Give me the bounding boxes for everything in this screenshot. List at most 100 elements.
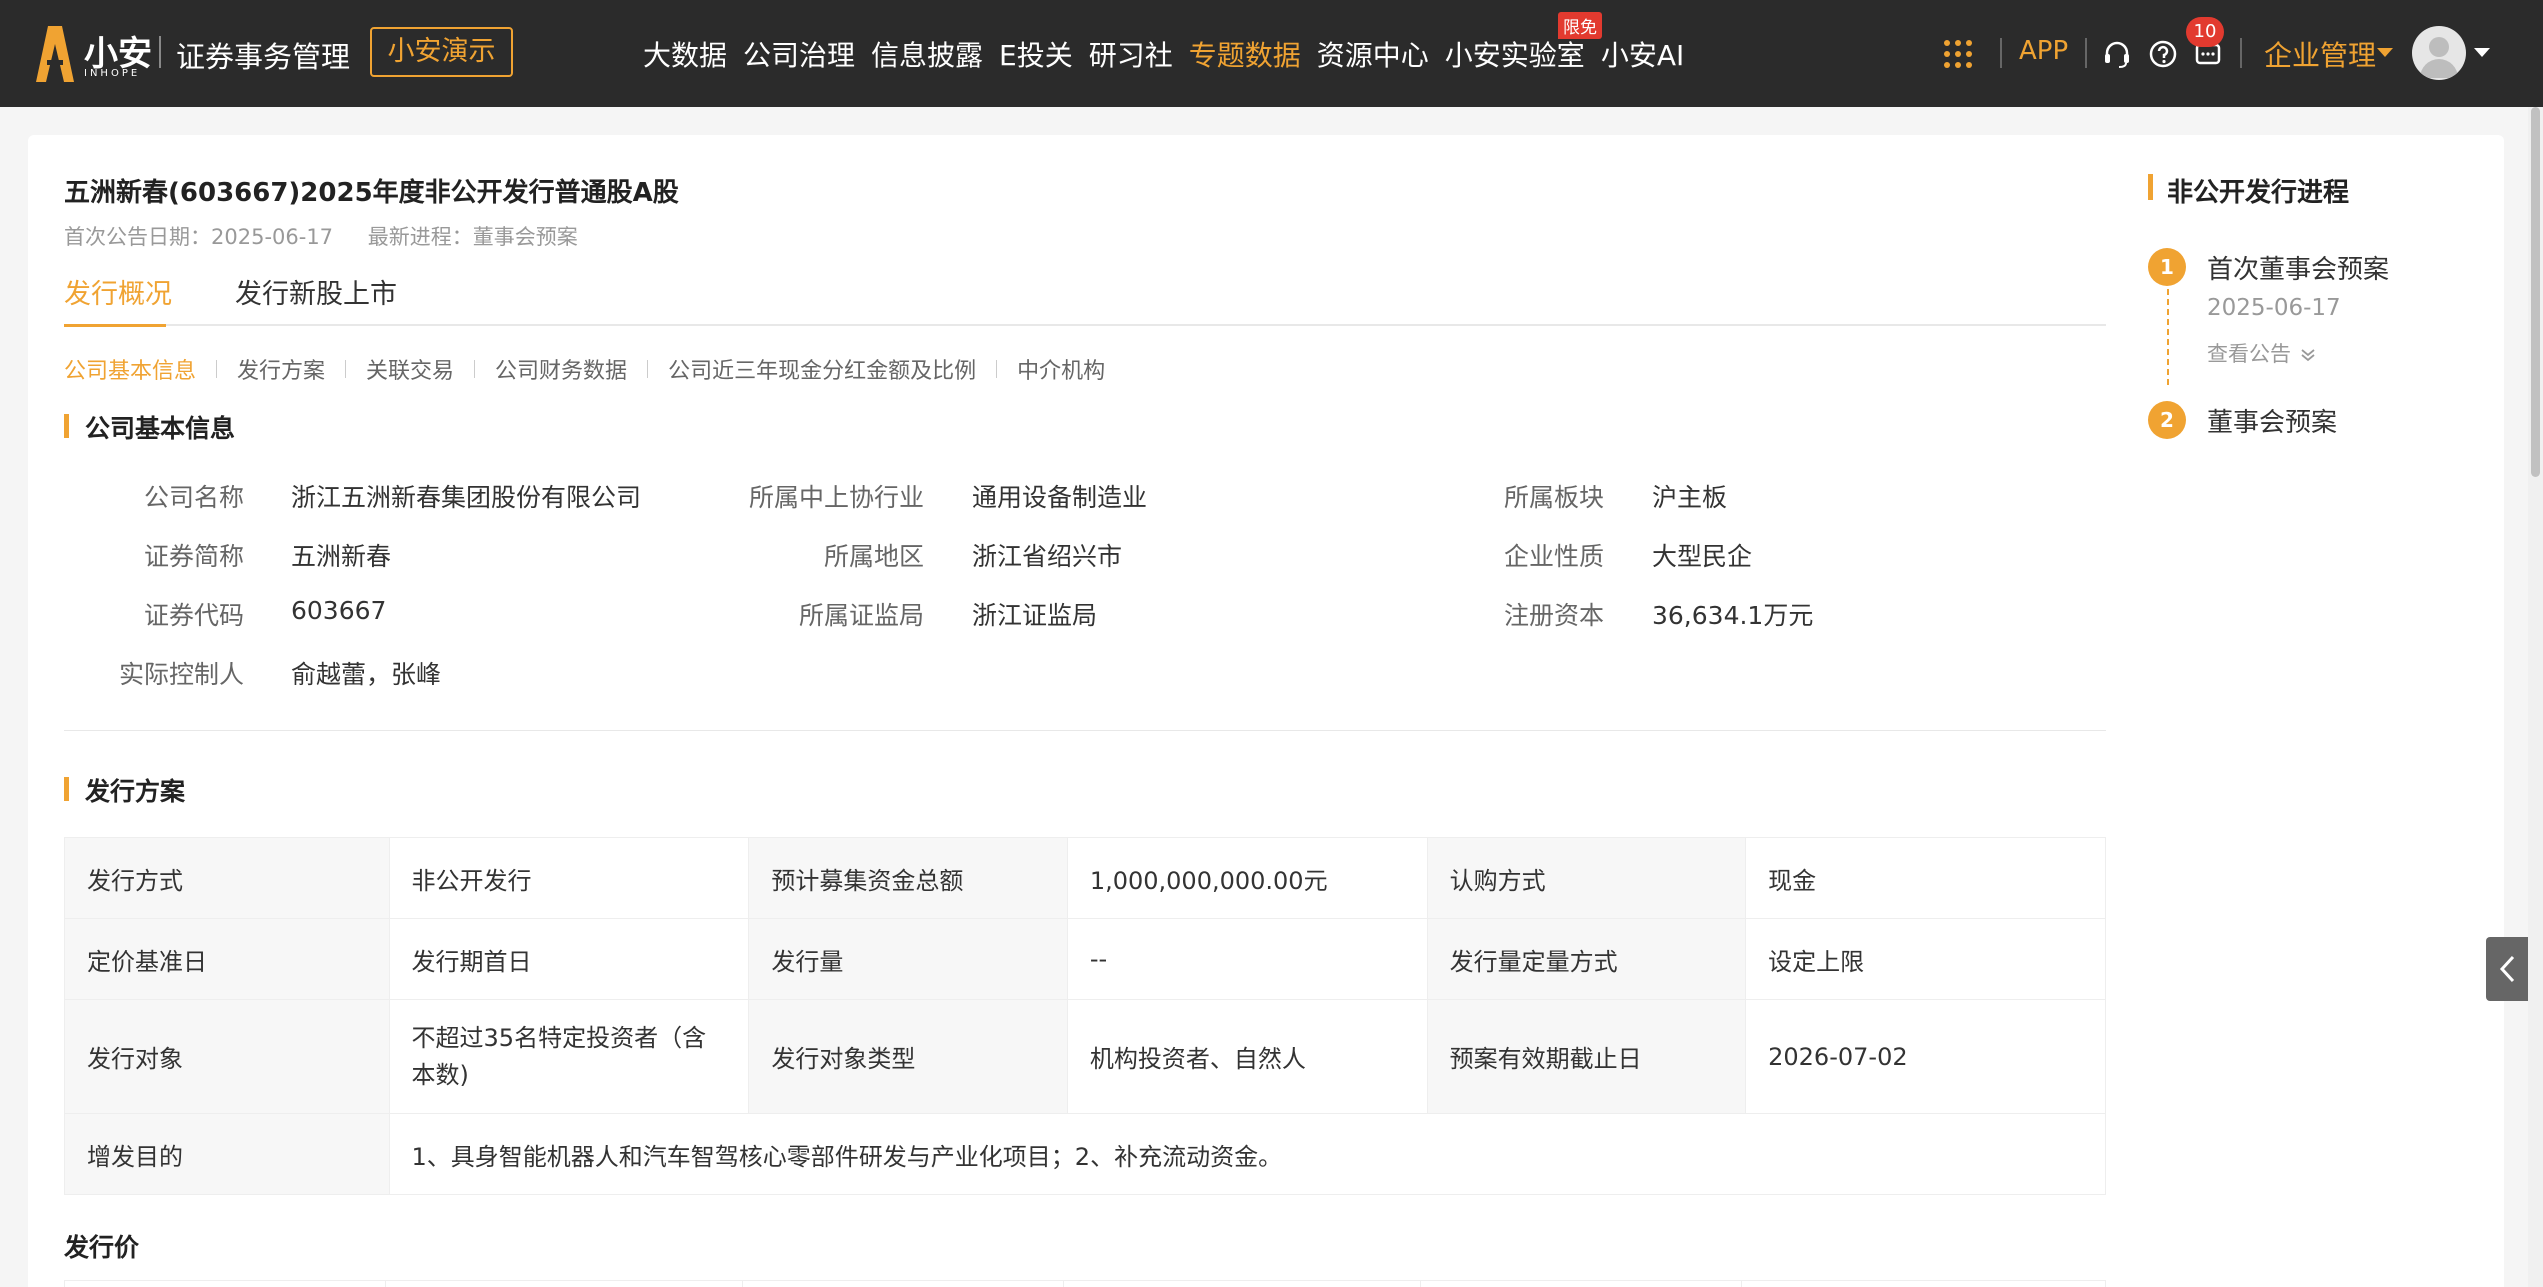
caret-down-icon[interactable] [2474,48,2490,57]
nav-item-lab[interactable]: 小安实验室 [1445,34,1585,74]
table-row: 增发目的 1、具身智能机器人和汽车智驾核心零部件研发与产业化项目；2、补充流动资… [64,1113,2107,1195]
headset-icon[interactable] [2102,39,2132,69]
nav-item-governance[interactable]: 公司治理 [743,34,855,74]
anchor-related-trade[interactable]: 关联交易 [366,353,454,385]
first-announce-date: 首次公告日期：2025-06-17 [64,225,334,249]
table-value-cell: 现金 [1745,837,2106,919]
table-border [1063,1281,1064,1287]
table-border [2105,1281,2106,1287]
table-border [64,1281,65,1287]
divider [2240,38,2242,68]
industry-value: 通用设备制造业 [972,483,1148,512]
step-number: 2 [2148,401,2186,439]
message-count-badge: 10 [2186,17,2224,47]
view-announcement-label[interactable]: 查看公告 [2207,342,2291,366]
scrollbar[interactable] [2528,107,2543,1287]
nav-item-ai[interactable]: 小安AI [1601,34,1684,74]
nature-label: 企业性质 [1503,542,1604,571]
step-title: 首次董事会预案 [2207,255,2390,285]
panel-collapse-button[interactable] [2486,937,2530,1001]
industry-label: 所属中上协行业 [748,483,924,512]
demo-button[interactable]: 小安演示 [370,27,513,77]
scrollbar-thumb[interactable] [2531,107,2540,477]
board-label: 所属板块 [1503,483,1604,512]
top-navigation-bar: 小安 INHOPE 证券事务管理 小安演示 大数据 公司治理 信息披露 E投关 … [0,0,2543,107]
nav-item-big-data[interactable]: 大数据 [643,34,727,74]
controller-value: 俞越蕾，张峰 [291,660,442,689]
plan-heading: 发行方案 [64,772,185,808]
table-value-cell: 设定上限 [1745,918,2106,1000]
table-key-cell: 发行量定量方式 [1426,918,1747,1000]
caret-down-icon[interactable] [2377,48,2393,57]
regulator-value: 浙江证监局 [972,601,1098,630]
table-key-cell: 发行对象类型 [748,999,1068,1114]
controller-label: 实际控制人 [118,660,244,689]
double-chevron-down-icon[interactable] [2298,347,2318,363]
table-row: 定价基准日 发行期首日 发行量 -- 发行量定量方式 设定上限 [64,918,2106,1000]
section-anchor-nav: 公司基本信息 发行方案 关联交易 公司财务数据 公司近三年现金分红金额及比例 中… [64,353,1105,385]
short-name-value: 五洲新春 [291,542,392,571]
table-border [1420,1281,1421,1287]
anchor-intermediaries[interactable]: 中介机构 [1017,353,1105,385]
apps-grid-icon[interactable] [1943,39,1973,69]
table-key-cell: 认购方式 [1426,837,1747,919]
board-value: 沪主板 [1652,483,1728,512]
table-row: 发行对象 不超过35名特定投资者（含本数) 发行对象类型 机构投资者、自然人 预… [64,999,2106,1114]
progress-heading: 非公开发行进程 [2148,172,2349,209]
company-name-value: 浙江五洲新春集团股份有限公司 [291,483,642,512]
code-value: 603667 [291,596,387,625]
table-value-cell: 1,000,000,000.00元 [1066,837,1428,919]
anchor-basic-info[interactable]: 公司基本信息 [64,353,196,385]
table-value-cell: 1、具身智能机器人和汽车智驾核心零部件研发与产业化项目；2、补充流动资金。 [388,1113,2107,1195]
page-title: 五洲新春(603667)2025年度非公开发行普通股A股 [64,178,679,208]
divider [345,360,347,378]
divider [2000,38,2002,68]
nav-item-study[interactable]: 研习社 [1089,34,1173,74]
table-value-cell: 不超过35名特定投资者（含本数) [388,999,750,1114]
table-key-cell: 发行对象 [64,999,390,1114]
tab-new-listing[interactable]: 发行新股上市 [235,272,397,311]
table-value-cell: 发行期首日 [388,918,750,1000]
app-download-link[interactable]: APP [2019,36,2068,66]
table-key-cell: 预案有效期截止日 [1426,999,1747,1114]
nav-item-resources[interactable]: 资源中心 [1317,34,1429,74]
table-value-cell: 非公开发行 [388,837,750,919]
anchor-plan[interactable]: 发行方案 [237,353,325,385]
anchor-financials[interactable]: 公司财务数据 [495,353,627,385]
step-date: 2025-06-17 [2207,295,2341,321]
divider [216,360,218,378]
user-avatar-icon [2420,37,2458,78]
company-name-label: 公司名称 [143,483,244,512]
divider [474,360,476,378]
latest-progress: 最新进程：董事会预案 [367,225,578,249]
view-announcement-link[interactable]: 查看公告 [2207,338,2318,368]
step-connector [2167,289,2169,385]
chevron-left-icon[interactable] [2486,937,2530,1001]
price-heading: 发行价 [64,1233,140,1262]
nav-item-topic-data[interactable]: 专题数据 [1189,34,1301,74]
divider [159,36,161,68]
tab-overview[interactable]: 发行概况 [64,272,172,311]
table-value-cell: -- [1066,918,1428,1000]
free-badge: 限免 [1558,12,1602,39]
nature-value: 大型民企 [1652,542,1753,571]
help-icon[interactable] [2148,39,2178,69]
main-nav: 大数据 公司治理 信息披露 E投关 研习社 专题数据 资源中心 小安实验室 小安… [643,34,1700,74]
table-key-cell: 定价基准日 [64,918,390,1000]
org-management-menu[interactable]: 企业管理 [2264,34,2376,74]
table-key-cell: 增发目的 [64,1113,390,1195]
short-name-label: 证券简称 [143,542,244,571]
section-divider [64,730,2106,731]
step-number: 1 [2148,248,2186,286]
nav-item-disclosure[interactable]: 信息披露 [871,34,983,74]
app-title: 证券事务管理 [176,40,351,74]
anchor-dividends[interactable]: 公司近三年现金分红金额及比例 [668,353,976,385]
price-table [64,1280,2106,1287]
main-tabs: 发行概况 发行新股上市 [64,272,2106,327]
avatar[interactable] [2412,26,2466,80]
nav-item-e-ir[interactable]: E投关 [999,34,1073,74]
table-value-cell: 机构投资者、自然人 [1066,999,1428,1114]
basic-info-heading: 公司基本信息 [64,409,235,445]
capital-value: 36,634.1万元 [1652,601,1814,630]
table-key-cell: 发行量 [748,918,1068,1000]
